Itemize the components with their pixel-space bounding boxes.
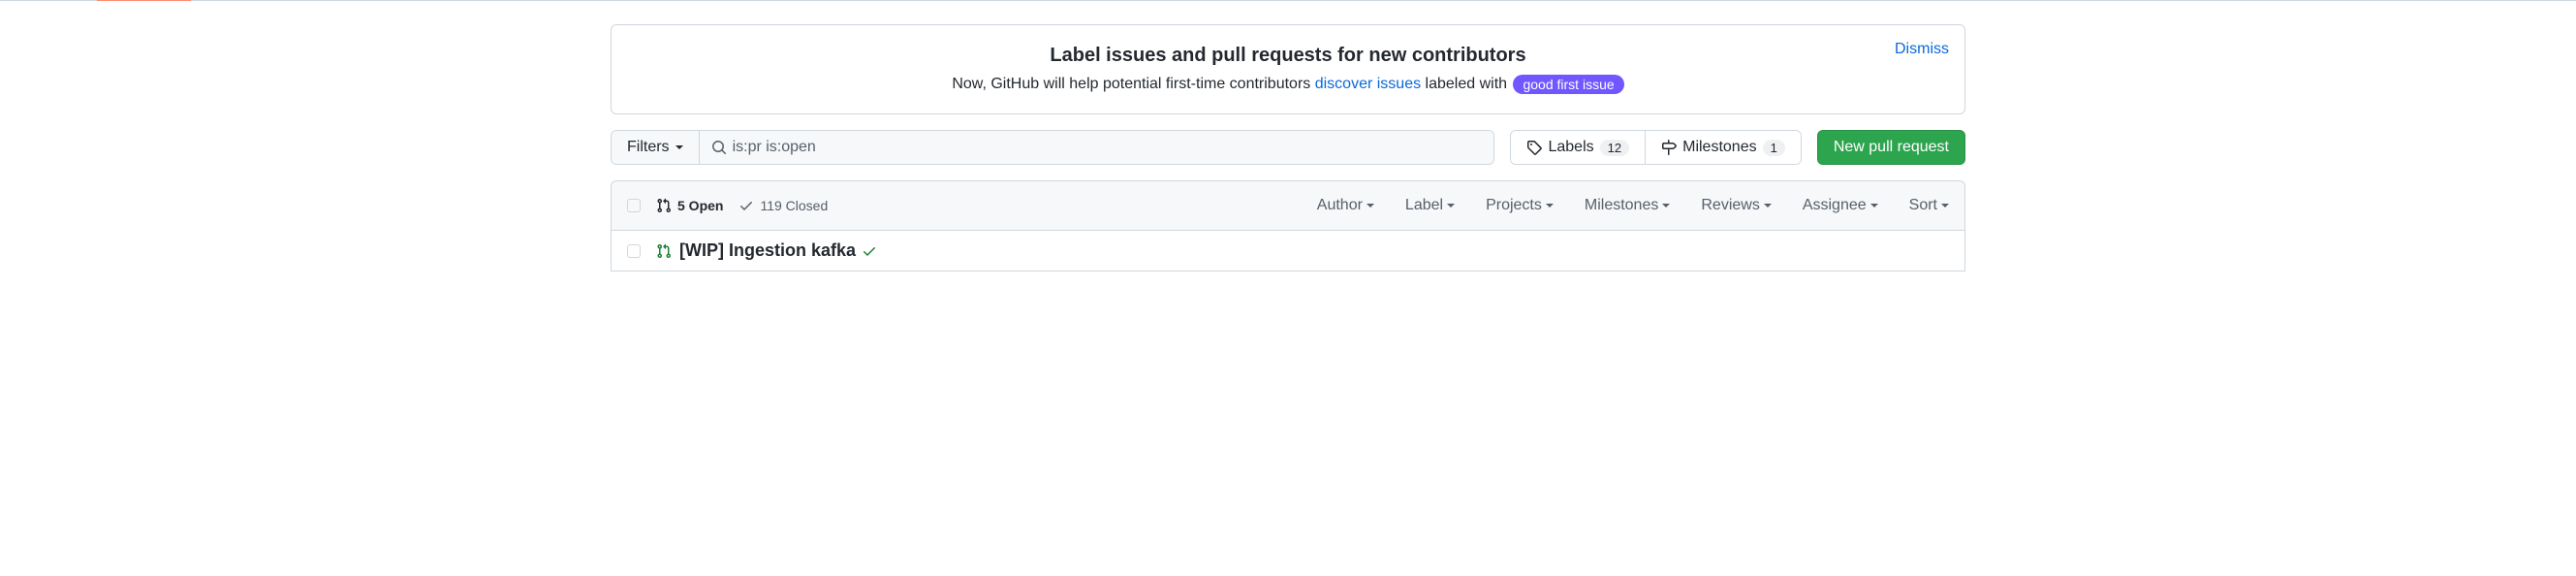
reviews-filter-label: Reviews <box>1701 197 1759 214</box>
reviews-filter[interactable]: Reviews <box>1701 197 1771 214</box>
pr-title[interactable]: [WIP] Ingestion kafka <box>679 240 856 261</box>
banner-text: Now, GitHub will help potential first-ti… <box>627 75 1949 94</box>
banner-text-before: Now, GitHub will help potential first-ti… <box>952 76 1314 92</box>
new-pull-request-button[interactable]: New pull request <box>1817 130 1965 165</box>
author-filter[interactable]: Author <box>1317 197 1374 214</box>
labels-button[interactable]: Labels 12 <box>1511 131 1645 164</box>
milestone-icon <box>1661 140 1677 155</box>
assignee-filter-label: Assignee <box>1803 197 1867 214</box>
search-input[interactable] <box>727 131 1483 164</box>
pr-list: 5 Open 119 Closed Author Label Projects … <box>611 180 1965 272</box>
first-contributor-banner: Dismiss Label issues and pull requests f… <box>611 24 1965 114</box>
projects-filter[interactable]: Projects <box>1486 197 1554 214</box>
milestones-count: 1 <box>1763 140 1785 156</box>
projects-filter-label: Projects <box>1486 197 1542 214</box>
milestones-label: Milestones <box>1682 139 1756 156</box>
caret-down-icon <box>1367 204 1374 208</box>
caret-down-icon <box>1662 204 1670 208</box>
milestones-button[interactable]: Milestones 1 <box>1645 131 1801 164</box>
pr-toolbar: Filters Labels 12 Milestones 1 New pull … <box>611 130 1965 165</box>
filter-search-group: Filters <box>611 130 1494 165</box>
filters-button[interactable]: Filters <box>612 131 700 164</box>
caret-down-icon <box>1870 204 1878 208</box>
milestones-filter[interactable]: Milestones <box>1585 197 1670 214</box>
caret-down-icon <box>675 145 683 149</box>
row-checkbox[interactable] <box>627 244 641 258</box>
closed-state-tab[interactable]: 119 Closed <box>738 198 828 213</box>
pr-row[interactable]: [WIP] Ingestion kafka <box>612 231 1964 271</box>
milestones-filter-label: Milestones <box>1585 197 1658 214</box>
filter-menus: Author Label Projects Milestones Reviews… <box>1317 197 1949 214</box>
open-count: 5 Open <box>677 198 723 213</box>
check-success-icon <box>862 243 877 259</box>
dismiss-button[interactable]: Dismiss <box>1895 41 1949 58</box>
tag-icon <box>1526 140 1542 155</box>
open-state-tab[interactable]: 5 Open <box>656 198 723 213</box>
list-header: 5 Open 119 Closed Author Label Projects … <box>612 181 1964 231</box>
label-filter[interactable]: Label <box>1405 197 1455 214</box>
labels-label: Labels <box>1548 139 1593 156</box>
assignee-filter[interactable]: Assignee <box>1803 197 1878 214</box>
filters-label: Filters <box>627 139 670 156</box>
search-icon <box>711 140 727 155</box>
top-divider <box>0 0 2576 1</box>
select-all-checkbox[interactable] <box>627 199 641 212</box>
banner-text-after: labeled with <box>1421 76 1511 92</box>
caret-down-icon <box>1941 204 1949 208</box>
check-icon <box>738 198 754 213</box>
caret-down-icon <box>1546 204 1554 208</box>
caret-down-icon <box>1447 204 1455 208</box>
banner-title: Label issues and pull requests for new c… <box>627 45 1949 67</box>
good-first-issue-badge[interactable]: good first issue <box>1513 75 1623 94</box>
active-tab-indicator <box>97 0 191 1</box>
git-pull-request-open-icon <box>656 243 672 259</box>
search-wrap <box>700 131 1494 164</box>
closed-count: 119 Closed <box>760 198 828 213</box>
labels-count: 12 <box>1600 140 1629 156</box>
discover-issues-link[interactable]: discover issues <box>1315 76 1421 92</box>
sort-filter[interactable]: Sort <box>1909 197 1949 214</box>
caret-down-icon <box>1764 204 1772 208</box>
sort-filter-label: Sort <box>1909 197 1937 214</box>
git-pull-request-icon <box>656 198 672 213</box>
author-filter-label: Author <box>1317 197 1363 214</box>
labels-milestones-group: Labels 12 Milestones 1 <box>1510 130 1801 165</box>
label-filter-label: Label <box>1405 197 1443 214</box>
